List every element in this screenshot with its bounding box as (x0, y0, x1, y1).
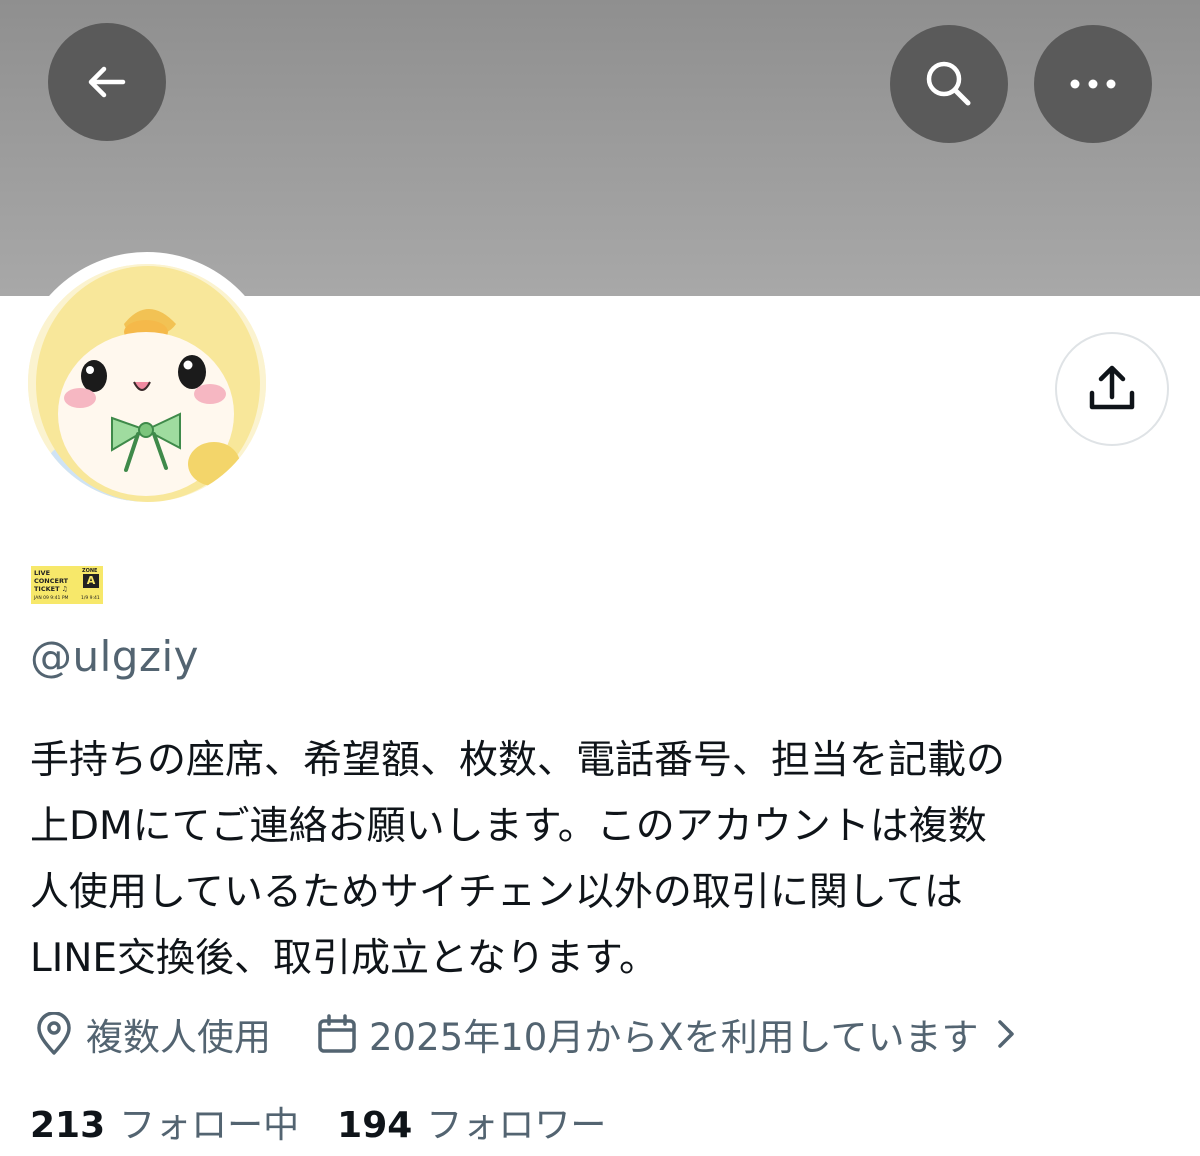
follow-stats: 213 フォロー中 194 フォロワー (30, 1092, 606, 1152)
profile-page: LIVE CONCERT TICKET ♫ ZONE A JAN 09 9:41… (0, 0, 1200, 1156)
profile-meta-row: 複数人使用 2025年10月からXを利用しています (30, 1004, 1016, 1064)
following-link[interactable]: 213 フォロー中 (30, 1096, 299, 1148)
arrow-left-icon (88, 66, 126, 98)
following-label: フォロー中 (119, 1105, 300, 1146)
avatar-chick-character-image (28, 264, 266, 502)
location-text: 複数人使用 (86, 1016, 271, 1059)
share-upload-icon (1089, 365, 1135, 410)
profile-handle: @ulgziy (30, 632, 200, 681)
search-button[interactable] (890, 25, 1008, 143)
ticket-date-right: 1/9 9:41 (81, 596, 100, 601)
ticket-zone-letter: A (83, 574, 99, 588)
following-count: 213 (30, 1105, 106, 1146)
followers-link[interactable]: 194 フォロワー (337, 1096, 606, 1148)
location-pin-icon (30, 1010, 78, 1058)
joined-item[interactable]: 2025年10月からXを利用しています (313, 1007, 1016, 1061)
followers-count: 194 (337, 1105, 413, 1146)
search-icon (926, 61, 971, 106)
followers-label: フォロワー (426, 1105, 607, 1146)
concert-ticket-badge: LIVE CONCERT TICKET ♫ ZONE A JAN 09 9:41… (31, 566, 103, 604)
more-horizontal-icon (1070, 79, 1116, 89)
chevron-right-icon (996, 1018, 1016, 1050)
back-button[interactable] (48, 23, 166, 141)
ticket-line-concert: CONCERT (34, 577, 69, 585)
calendar-icon (313, 1010, 361, 1058)
location-item: 複数人使用 (30, 1007, 271, 1061)
joined-date-text: 2025年10月からXを利用しています (369, 1016, 979, 1059)
profile-banner (0, 0, 1200, 296)
avatar-frame[interactable] (16, 252, 278, 514)
more-options-button[interactable] (1034, 25, 1152, 143)
avatar (28, 264, 266, 502)
profile-bio: 手持ちの座席、希望額、枚数、電話番号、担当を記載の 上DMにてご連絡お願いします… (30, 738, 1006, 981)
share-profile-button[interactable] (1055, 332, 1169, 446)
ticket-badge-text: LIVE CONCERT TICKET ♫ (34, 569, 68, 593)
ticket-date-left: JAN 09 9:41 PM (34, 596, 69, 601)
ticket-line-live: LIVE (34, 569, 51, 577)
ticket-line-ticket: TICKET ♫ (34, 585, 68, 593)
